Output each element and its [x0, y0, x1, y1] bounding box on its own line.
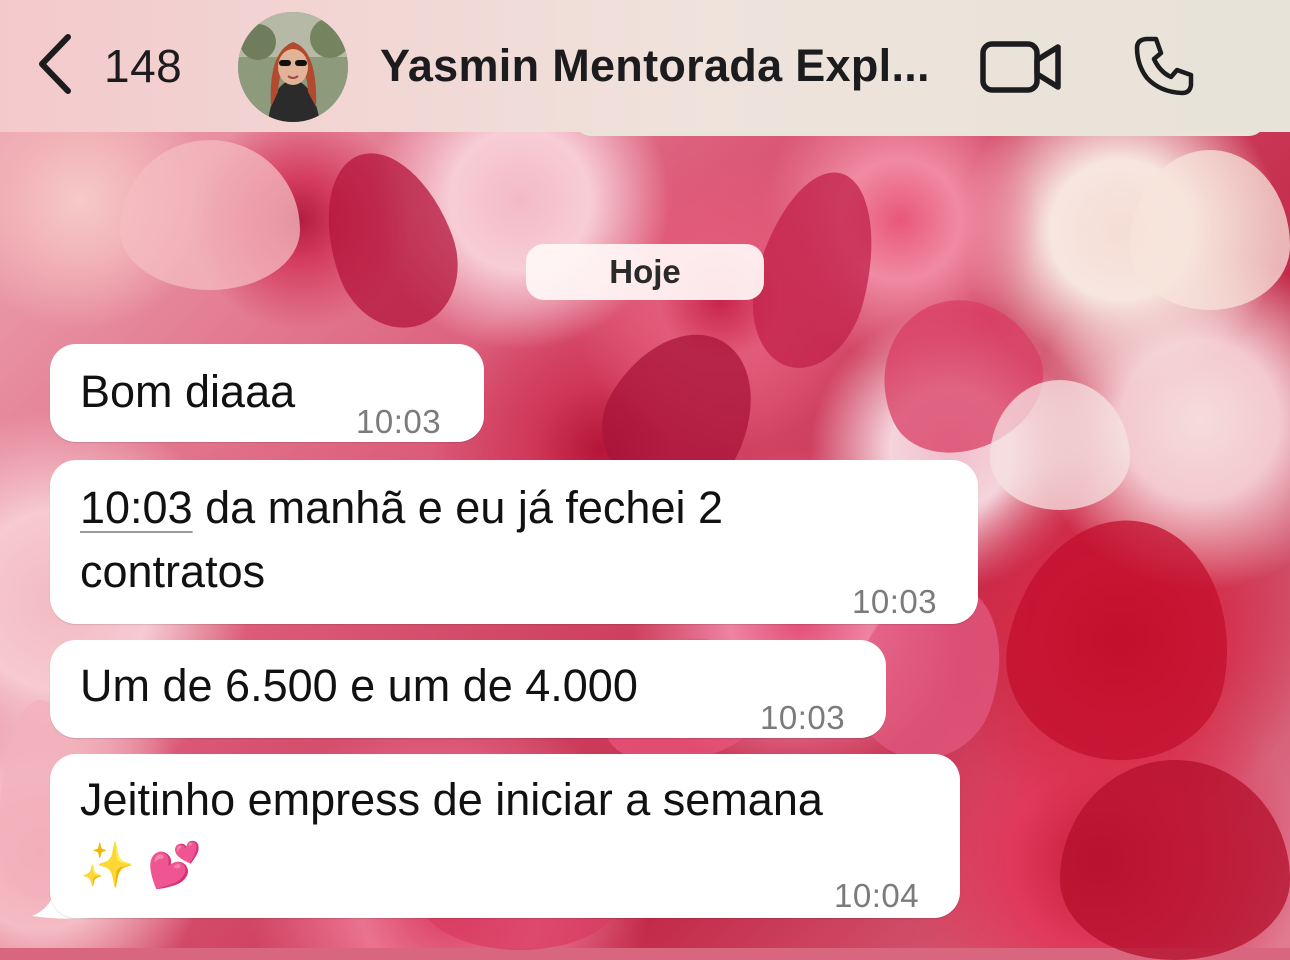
- message-time: 10:03: [760, 699, 846, 736]
- message-bubble[interactable]: Um de 6.500 e um de 4.000 10:03: [50, 640, 886, 738]
- time-link[interactable]: 10:03: [80, 482, 193, 533]
- unread-count: 148: [104, 40, 183, 92]
- message-text-line1: da manhã e eu já fechei 2: [192, 482, 724, 533]
- message-text: Bom diaaa: [80, 366, 296, 417]
- message-time: 10:03: [852, 583, 938, 620]
- contact-name[interactable]: Yasmin Mentorada Expl...: [380, 40, 930, 92]
- avatar[interactable]: [238, 12, 348, 122]
- video-call-button[interactable]: [980, 38, 1062, 96]
- message-text: 10:03 da manhã e eu já fechei 2: [80, 476, 723, 540]
- back-button[interactable]: 148: [34, 33, 183, 100]
- video-camera-icon: [980, 41, 1062, 100]
- chevron-left-icon: [34, 33, 74, 100]
- date-separator: Hoje: [526, 244, 764, 300]
- message-time: 10:04: [834, 877, 920, 914]
- chat-header: 148 Yasmin Mentorada Expl...: [0, 0, 1290, 132]
- phone-icon: [1132, 36, 1196, 102]
- message-bubble[interactable]: 10:03 da manhã e eu já fechei 2 contrato…: [50, 460, 978, 624]
- message-bubble[interactable]: Jeitinho empress de iniciar a semana ✨ 💕…: [50, 754, 960, 918]
- message-time: 10:03: [356, 403, 442, 440]
- message-emoji: ✨ 💕: [80, 841, 202, 890]
- message-bubble[interactable]: Bom diaaa 10:03: [50, 344, 484, 442]
- voice-call-button[interactable]: [1132, 34, 1196, 98]
- message-text-line1: Jeitinho empress de iniciar a semana: [80, 774, 823, 825]
- message-text-line2: contratos: [80, 546, 266, 597]
- message-text: Um de 6.500 e um de 4.000: [80, 660, 638, 711]
